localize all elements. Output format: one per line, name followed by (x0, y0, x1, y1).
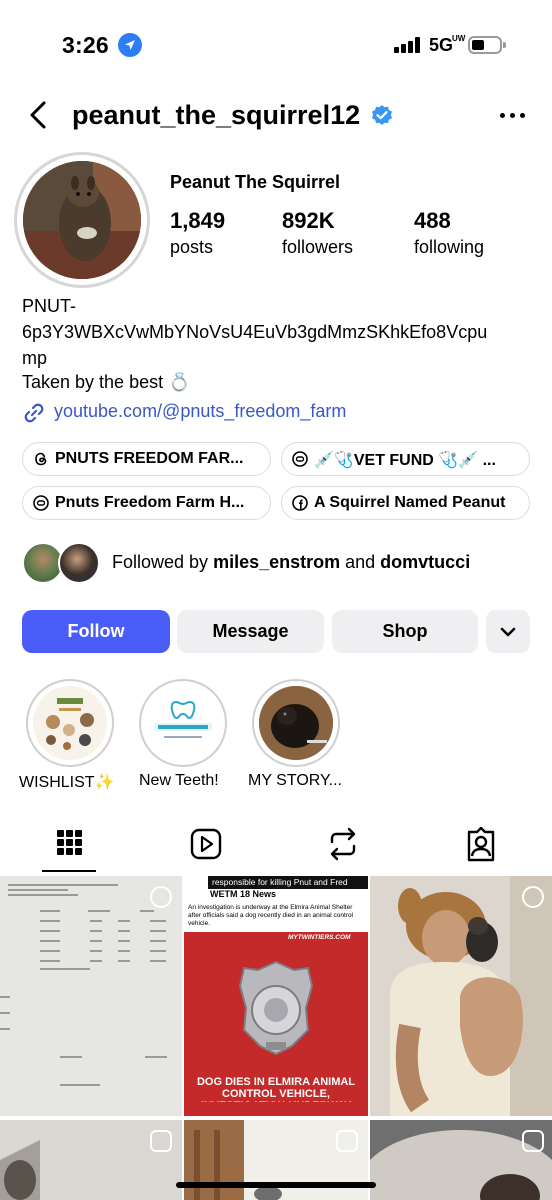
bio-line-1: PNUT- (22, 296, 76, 316)
followers-count: 892K (282, 208, 335, 233)
news-blurb: An investigation is underway at the Elmi… (188, 904, 354, 927)
news-site: MYTWINTIERS.COM (288, 934, 351, 941)
multi-post-icon (150, 886, 172, 908)
link-icon (22, 401, 46, 425)
pill-farm-link[interactable]: Pnuts Freedom Farm H... (22, 486, 271, 520)
pill-label: Pnuts Freedom Farm H... (55, 494, 245, 511)
followed-by-text[interactable]: Followed by miles_enstrom and domvtucci (112, 552, 470, 573)
posts-label: posts (170, 237, 214, 257)
tab-reposts[interactable] (315, 822, 371, 870)
news-headline: DOG DIES IN ELMIRA ANIMAL CONTROL VEHICL… (196, 1076, 356, 1102)
post-tile-5[interactable] (184, 1120, 368, 1200)
back-button[interactable] (26, 100, 54, 130)
highlight-label: New Teeth! (139, 772, 219, 789)
highlight-label: MY STORY... (248, 772, 342, 789)
home-indicator[interactable] (176, 1182, 376, 1188)
bio-line-2: 6p3Y3WBXcVwMbYNoVsU4EuVb3gdMmzSKhkEfo8Vc… (22, 322, 488, 342)
highlight-wishlist[interactable] (26, 679, 114, 767)
post-caption-bar: responsible for killing Pnut and Fred (208, 876, 368, 889)
reel-play-icon (522, 1130, 544, 1152)
followers-stat[interactable]: 892K followers (282, 208, 353, 258)
status-bar: 3:26 5G UW (0, 0, 552, 92)
mutual-follower-avatar-2[interactable] (58, 542, 100, 584)
following-label: following (414, 237, 485, 257)
message-button[interactable]: Message (177, 610, 324, 653)
pill-label: A Squirrel Named Peanut (314, 494, 506, 511)
posts-count: 1,849 (170, 208, 226, 233)
active-tab-indicator (42, 870, 96, 872)
bio-line-4: Taken by the best 💍 (22, 372, 191, 392)
tagged-icon (467, 826, 495, 862)
threads-icon (33, 451, 49, 467)
link-circle-icon (292, 451, 308, 467)
more-options-button[interactable] (498, 110, 528, 122)
pill-vet-fund-link[interactable]: 💉🩺VET FUND 🩺💉 ... (281, 442, 530, 476)
highlight-new-teeth-cover (146, 686, 220, 760)
profile-avatar[interactable] (14, 152, 150, 288)
pill-facebook-link[interactable]: A Squirrel Named Peanut (281, 486, 530, 520)
posts-stat[interactable]: 1,849 posts (170, 208, 225, 258)
man-holding-squirrel-image (370, 876, 552, 1116)
verified-badge-icon (370, 104, 394, 128)
followers-label: followers (282, 237, 354, 257)
reposts-icon (330, 827, 356, 861)
highlight-my-story[interactable] (252, 679, 340, 767)
news-source: WETM 18 News (210, 889, 277, 899)
grid-icon (57, 830, 82, 855)
pill-label: 💉🩺VET FUND 🩺💉 ... (314, 452, 496, 469)
followed-by-user-2[interactable]: domvtucci (380, 552, 470, 572)
status-time: 3:26 (62, 32, 109, 58)
tab-tagged[interactable] (453, 822, 509, 870)
post-tile-6[interactable] (370, 1120, 552, 1200)
highlight-wishlist-cover (33, 686, 107, 760)
tab-reels[interactable] (178, 822, 234, 870)
avatar-image (23, 161, 141, 279)
pill-label: PNUTS FREEDOM FAR... (55, 450, 244, 467)
highlight-my-story-cover (259, 686, 333, 760)
location-arrow-icon (118, 33, 142, 57)
followed-by-user-1[interactable]: miles_enstrom (213, 552, 340, 572)
shop-button[interactable]: Shop (332, 610, 478, 653)
reel-play-icon (150, 1130, 172, 1152)
facebook-icon (292, 495, 308, 511)
reels-icon (190, 828, 222, 860)
highlight-new-teeth[interactable] (139, 679, 227, 767)
multi-post-icon (522, 886, 544, 908)
reel-play-icon (336, 1130, 358, 1152)
battery-icon (468, 36, 506, 54)
invoice-document-image (0, 876, 182, 1116)
following-stat[interactable]: 488 following (414, 208, 484, 258)
link-circle-icon (33, 495, 49, 511)
followed-by-prefix: Followed by (112, 552, 214, 572)
chevron-down-icon (500, 627, 516, 637)
network-sublabel: UW (452, 34, 466, 43)
followed-by-joiner: and (340, 552, 381, 572)
network-label: 5G (429, 35, 454, 55)
profile-display-name: Peanut The Squirrel (170, 172, 341, 192)
tab-posts-grid[interactable] (41, 822, 97, 870)
highlight-label: WISHLIST✨ (19, 774, 115, 791)
post-tile-2[interactable]: responsible for killing Pnut and Fred WE… (184, 876, 368, 1116)
pill-threads-link[interactable]: PNUTS FREEDOM FAR... (22, 442, 271, 476)
cellular-signal-icon (394, 37, 420, 53)
post-tile-3[interactable] (370, 876, 552, 1116)
profile-username: peanut_the_squirrel12 (72, 100, 361, 130)
post-tile-4[interactable] (0, 1120, 182, 1200)
profile-link-text: youtube.com/@pnuts_freedom_farm (54, 401, 347, 421)
post-tile-1[interactable] (0, 876, 182, 1116)
follow-button[interactable]: Follow (22, 610, 170, 653)
suggested-accounts-button[interactable] (486, 610, 530, 653)
animal-control-badge-image (238, 960, 314, 1056)
bio-line-3: mp (22, 348, 48, 368)
following-count: 488 (414, 208, 451, 233)
